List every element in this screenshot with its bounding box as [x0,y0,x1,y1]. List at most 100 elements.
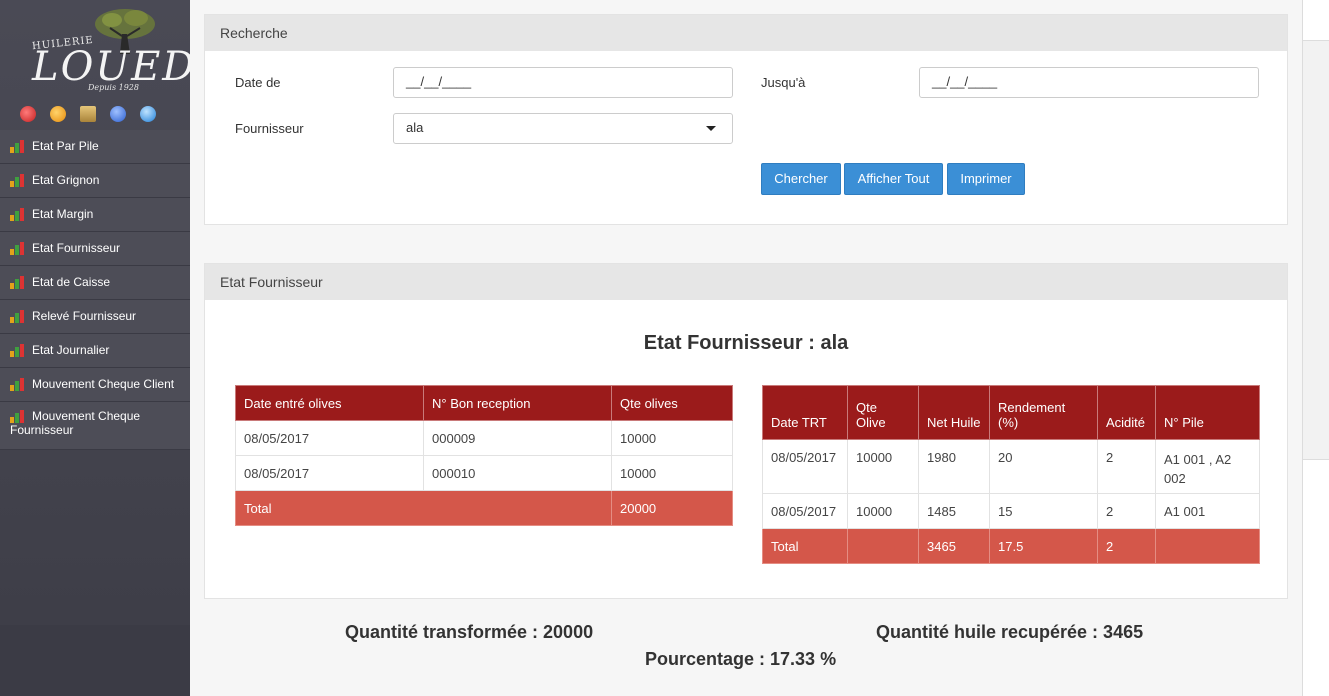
search-panel: Recherche Date de __/__/____ Jusqu'à __/… [204,14,1288,225]
main-content: Recherche Date de __/__/____ Jusqu'à __/… [190,0,1302,696]
table-cell: 15 [989,493,1098,529]
total-row: Total 20000 [235,490,733,526]
report-heading: Etat Fournisseur : ala [643,332,849,354]
results-panel: Etat Fournisseur Etat Fournisseur : ala … [204,263,1288,599]
supplier-select-value: ala [406,120,424,135]
chart-icon [8,207,26,221]
supplier-label: Fournisseur [235,121,304,136]
sidebar-item-label: Etat Journalier [32,343,110,357]
quick-icons [20,106,156,122]
date-from-input[interactable]: __/__/____ [393,67,733,98]
date-from-label: Date de [235,75,281,90]
sidebar-item-etat-de-caisse[interactable]: Etat de Caisse [0,266,190,300]
column-header: Date entré olives [235,385,424,421]
date-to-label: Jusqu'à [761,75,806,90]
sidebar-item-label: Etat Fournisseur [32,241,121,255]
sidebar-item-label: Etat de Caisse [32,275,111,289]
table-cell: A1 001 , A2 002 [1155,439,1260,494]
sidebar-item-etat-margin[interactable]: Etat Margin [0,198,190,232]
sidebar-item-mouvement-cheque-client[interactable]: Mouvement Cheque Client [0,368,190,402]
column-header: Rendement (%) [989,385,1098,440]
column-header: Date TRT [762,385,848,440]
table-cell: 2 [1097,439,1156,494]
summary-oil: Quantité huile recupérée : 3465 [876,622,1144,642]
table-cell: 10000 [611,420,733,456]
sidebar-item-label: Mouvement Cheque Fournisseur [10,409,141,437]
column-header: Acidité [1097,385,1156,440]
table-cell: 10000 [611,455,733,491]
sidebar-item-etat-grignon[interactable]: Etat Grignon [0,164,190,198]
reception-table: Date entré olives N° Bon reception Qte o… [235,385,733,526]
table-cell: A1 001 [1155,493,1260,529]
sidebar-item-label: Mouvement Cheque Client [32,377,175,391]
column-header: N° Pile [1155,385,1260,440]
table-row: 08/05/2017 10000 1485 15 2 A1 001 [762,493,1260,529]
chart-icon [8,139,26,153]
table-cell: 000010 [423,455,612,491]
table-cell: 10000 [847,493,919,529]
treatment-table: Date TRT Qte Olive Net Huile Rendement (… [762,385,1260,564]
sidebar-item-mouvement-cheque-fournisseur[interactable]: Mouvement Cheque Fournisseur [0,402,190,450]
search-panel-title: Recherche [205,15,1287,51]
total-cell: 17.5 [989,528,1098,564]
sidebar: HUILERIE LOUED Depuis 1928 Etat Par Pile… [0,0,194,696]
sidebar-item-etat-journalier[interactable]: Etat Journalier [0,334,190,368]
total-row: Total 3465 17.5 2 [762,528,1260,564]
logo: HUILERIE LOUED Depuis 1928 [0,0,194,130]
table-row: 08/05/2017 10000 1980 20 2 A1 001 , A2 0… [762,439,1260,494]
box-icon[interactable] [80,106,96,122]
chart-icon [8,409,26,423]
column-header: Qte olives [611,385,733,421]
total-cell [1155,528,1260,564]
total-cell [847,528,919,564]
coin-icon[interactable] [50,106,66,122]
chart-icon [8,275,26,289]
total-label: Total [762,528,848,564]
table-cell: 1980 [918,439,990,494]
table-cell: 10000 [847,439,919,494]
table-cell: 000009 [423,420,612,456]
sidebar-item-label: Relevé Fournisseur [32,309,137,323]
chart-icon [8,241,26,255]
chevron-down-icon [706,126,716,131]
table-cell: 08/05/2017 [235,455,424,491]
summary-percentage: Pourcentage : 17.33 % [645,649,837,669]
total-cell: 3465 [918,528,990,564]
search-button[interactable]: Chercher [761,163,841,195]
print-button[interactable]: Imprimer [947,163,1025,195]
chart-icon [8,343,26,357]
table-cell: 1485 [918,493,990,529]
user-icon[interactable] [110,106,126,122]
chart-icon [8,309,26,323]
total-cell: 2 [1097,528,1156,564]
total-label: Total [235,490,612,526]
table-cell: 08/05/2017 [762,439,848,494]
column-header: N° Bon reception [423,385,612,421]
sidebar-item-label: Etat Grignon [32,173,100,187]
sidebar-item-label: Etat Margin [32,207,94,221]
chart-icon [8,377,26,391]
summary-quantity: Quantité transformée : 20000 [345,622,594,642]
sidebar-item-etat-fournisseur[interactable]: Etat Fournisseur [0,232,190,266]
show-all-button[interactable]: Afficher Tout [844,163,943,195]
column-header: Qte Olive [847,385,919,440]
globe-icon[interactable] [140,106,156,122]
people-icon[interactable] [20,106,36,122]
supplier-select[interactable]: ala [393,113,733,144]
total-value: 20000 [611,490,733,526]
table-cell: 08/05/2017 [762,493,848,529]
table-cell: 2 [1097,493,1156,529]
sidebar-menu: Etat Par Pile Etat Grignon Etat Margin E… [0,130,190,450]
table-row: 08/05/2017 000010 10000 [235,455,733,491]
sidebar-footer [0,625,190,696]
date-to-input[interactable]: __/__/____ [919,67,1259,98]
results-panel-title: Etat Fournisseur [205,264,1287,300]
column-header: Net Huile [918,385,990,440]
table-cell: 08/05/2017 [235,420,424,456]
brand-since: Depuis 1928 [88,83,139,92]
table-row: 08/05/2017 000009 10000 [235,420,733,456]
sidebar-item-releve-fournisseur[interactable]: Relevé Fournisseur [0,300,190,334]
scrollbar-area[interactable] [1302,0,1329,696]
sidebar-item-etat-par-pile[interactable]: Etat Par Pile [0,130,190,164]
sidebar-item-label: Etat Par Pile [32,139,99,153]
